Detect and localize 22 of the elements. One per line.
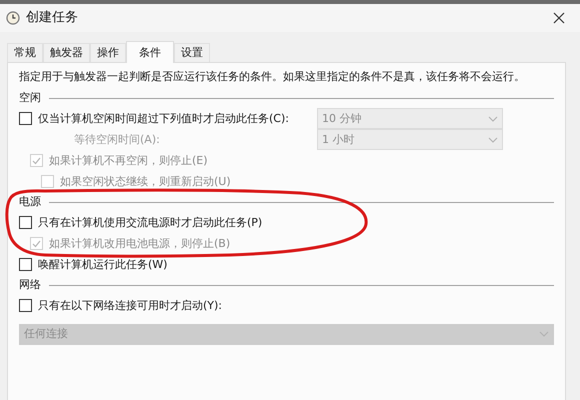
tab[interactable]: 设置 [174, 43, 210, 62]
section-heading: 空闲 [19, 90, 41, 106]
chevron-icon [488, 116, 498, 122]
tab[interactable]: 条件 [126, 41, 174, 63]
description-text: 指定用于与触发器一起判断是否应运行该任务的条件。如果这里指定的条件不是真，该任务将不会运行。 [19, 69, 526, 85]
clock-icon [6, 11, 20, 25]
check-icon [32, 156, 41, 164]
checkbox[interactable]: 唤醒计算机运行此任务(W) [19, 256, 168, 272]
window-title: 创建任务 [26, 10, 78, 26]
chevron-icon [539, 331, 549, 337]
field-label: 等待空闲时间(A): [73, 132, 160, 148]
checkbox[interactable]: 仅当计算机空闲时间超过下列值时才启动此任务(C): [19, 110, 289, 126]
check-icon [32, 240, 41, 248]
checkbox[interactable]: 只有在计算机使用交流电源时才启动此任务(P) [19, 214, 262, 230]
section-heading: 网络 [19, 277, 41, 293]
tab[interactable]: 触发器 [43, 43, 90, 62]
tab[interactable]: 常规 [7, 43, 43, 62]
section-heading: 电源 [19, 194, 41, 210]
tab[interactable]: 操作 [90, 43, 126, 62]
chevron-icon [488, 136, 498, 142]
close-icon [553, 12, 565, 24]
checkbox[interactable]: 只有在以下网络连接可用时才启动(Y): [19, 298, 222, 314]
